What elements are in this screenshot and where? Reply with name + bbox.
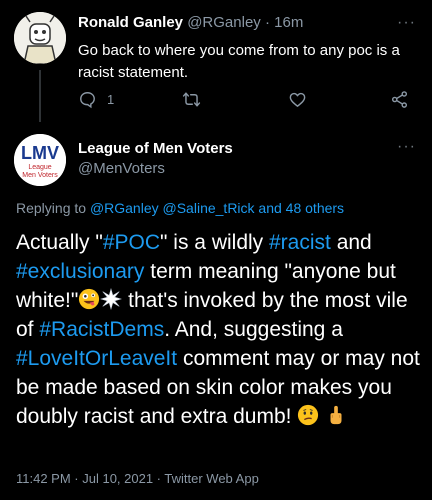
reply-count: 1 [107, 92, 115, 107]
replying-users-link[interactable]: @RGanley @Saline_tRick [90, 200, 255, 216]
main-author-name[interactable]: League of Men Voters [78, 140, 233, 157]
reply-author-name[interactable]: Ronald Ganley [78, 14, 183, 31]
like-button[interactable] [288, 90, 307, 109]
text-segment: " is a wildly [160, 231, 269, 254]
share-icon [391, 91, 408, 108]
main-author-handle[interactable]: @MenVoters [78, 160, 165, 177]
reply-button[interactable]: 1 [78, 90, 114, 109]
reply-time[interactable]: 16m [274, 14, 303, 31]
text-segment: Actually " [16, 231, 103, 254]
league-of-men-voters-avatar[interactable]: LMV League Men Voters [14, 134, 66, 186]
hashtag-poc[interactable]: #POC [103, 231, 160, 254]
retweet-icon [182, 92, 201, 107]
hashtag-loveitorleaveit[interactable]: #LoveItOrLeaveIt [16, 347, 177, 370]
middle-finger-emoji [330, 405, 342, 425]
hashtag-racist[interactable]: #racist [269, 231, 331, 254]
reply-icon [80, 92, 95, 109]
reply-actions: 1 [78, 90, 418, 112]
retweet-button[interactable] [182, 90, 201, 109]
reply-tweet[interactable]: Ronald Ganley @RGanley · 16m ··· Go back… [0, 0, 432, 124]
avatar-logo-line2: Men Voters [22, 172, 58, 179]
replying-to: Replying to @RGanley @Saline_tRick and 4… [16, 200, 344, 216]
share-button[interactable] [390, 90, 409, 109]
reply-more-icon[interactable]: ··· [397, 14, 416, 32]
main-more-icon[interactable]: ··· [397, 138, 416, 156]
reply-header: Ronald Ganley @RGanley · 16m [78, 14, 303, 31]
text-segment: . And, suggesting a [164, 318, 343, 341]
tweet-timestamp[interactable]: 11:42 PM · Jul 10, 2021 · Twitter Web Ap… [16, 471, 259, 486]
like-icon [289, 92, 306, 107]
avatar-logo-line1: League [28, 164, 51, 171]
reply-separator: · [260, 14, 275, 31]
thread-line [39, 70, 41, 122]
hashtag-racistdems[interactable]: #RacistDems [39, 318, 164, 341]
hashtag-exclusionary[interactable]: #exclusionary [16, 260, 144, 283]
reply-text: Go back to where you come from to any po… [78, 42, 400, 81]
replying-others-link[interactable]: and 48 others [255, 200, 344, 216]
collision-emoji [100, 288, 123, 310]
avatar-logo-text: LMV [21, 143, 59, 163]
ronald-ganley-avatar[interactable] [14, 12, 66, 64]
zany-face-emoji [79, 288, 100, 310]
main-tweet-text: Actually "#POC" is a wildly #racist and … [16, 228, 420, 431]
reply-author-handle[interactable]: @RGanley [187, 14, 261, 31]
confused-face-emoji [298, 404, 319, 426]
replying-prefix: Replying to [16, 200, 90, 216]
text-segment: and [330, 231, 372, 254]
